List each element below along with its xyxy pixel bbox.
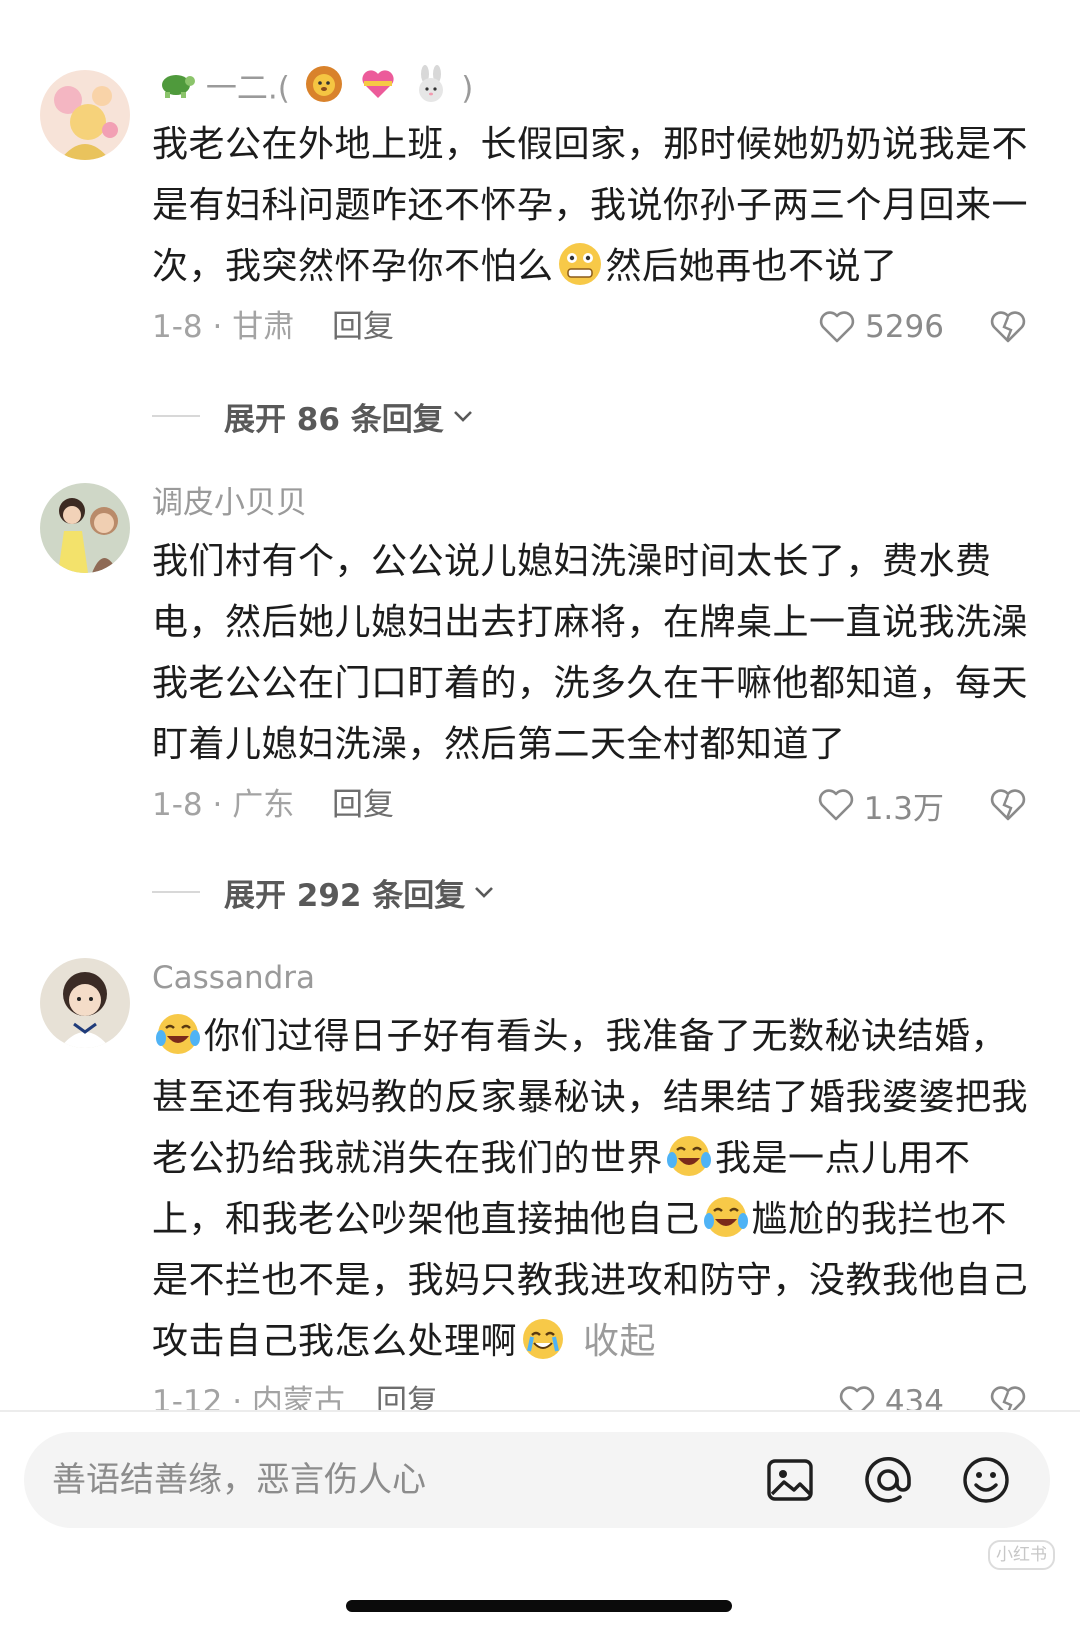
comment-meta: 1-12 · 内蒙古 回复 434	[152, 1376, 1028, 1410]
comment-text: 你们过得日子好有看头，我准备了无数秘诀结婚，甚至还有我妈教的反家暴秘诀，结果结了…	[152, 1006, 1028, 1372]
comment-date-location: 1-8 · 甘肃	[152, 309, 295, 345]
at-icon[interactable]	[862, 1454, 914, 1506]
divider-line	[152, 891, 200, 893]
tears-of-joy-emoji-icon	[703, 1197, 748, 1237]
reply-button[interactable]: 回复	[332, 301, 394, 353]
comment-input-bar[interactable]: 善语结善缘，恶言伤人心	[24, 1432, 1050, 1528]
comment-username[interactable]: 一二.( )	[152, 64, 1028, 108]
chevron-down-icon	[453, 411, 472, 422]
chevron-down-icon	[475, 887, 494, 898]
expand-replies-label: 展开 86 条回复	[224, 401, 444, 438]
heart-ribbon-icon	[358, 64, 398, 116]
input-divider	[0, 1410, 1080, 1412]
expand-replies-button[interactable]: 展开 292 条回复	[152, 867, 497, 917]
heart-icon	[819, 311, 855, 343]
comment-input-placeholder[interactable]: 善语结善缘，恶言伤人心	[52, 1432, 426, 1528]
tears-of-joy-emoji-icon	[667, 1136, 712, 1176]
watermark: 小红书	[988, 1540, 1055, 1570]
avatar[interactable]	[40, 483, 130, 573]
heart-icon	[839, 1386, 874, 1410]
comment-username[interactable]: 调皮小贝贝	[152, 481, 1028, 525]
emoji-icon[interactable]	[960, 1454, 1012, 1506]
broken-heart-icon[interactable]	[988, 1382, 1028, 1410]
like-count: 434	[884, 1384, 944, 1410]
image-icon[interactable]	[764, 1454, 816, 1506]
turtle-icon	[156, 67, 196, 113]
comment-date-location: 1-8 · 广东	[152, 787, 295, 823]
comment-text: 我老公在外地上班，长假回家，那时候她奶奶说我是不是有妇科问题咋还不怀孕，我说你孙…	[152, 114, 1028, 297]
comment-meta: 1-8 · 广东 回复 1.3万	[152, 779, 1028, 831]
like-count: 5296	[865, 309, 944, 345]
tears-of-joy-emoji-icon	[156, 1014, 200, 1054]
comment-username[interactable]: Cassandra	[152, 956, 1028, 1000]
broken-heart-icon[interactable]	[988, 785, 1028, 825]
comment-text: 我们村有个，公公说儿媳妇洗澡时间太长了，费水费电，然后她儿媳妇出去打麻将，在牌桌…	[152, 541, 1029, 765]
username-suffix: )	[461, 70, 474, 107]
like-button[interactable]: 5296	[817, 301, 944, 353]
like-count: 1.3万	[863, 790, 944, 827]
grimace-emoji-icon	[558, 243, 601, 285]
crying-smile-emoji-icon	[523, 1319, 564, 1359]
collapse-button[interactable]: 收起	[583, 1321, 656, 1362]
like-button[interactable]: 1.3万	[816, 779, 944, 831]
broken-heart-icon[interactable]	[988, 307, 1028, 347]
lion-icon	[304, 64, 344, 116]
rabbit-icon	[411, 64, 451, 116]
comment-date-location: 1-12 · 内蒙古	[152, 1384, 345, 1410]
reply-button[interactable]: 回复	[332, 779, 394, 831]
avatar[interactable]	[40, 958, 130, 1048]
comment-feed: 一二.( ) 我老公在外地上班，长假回家，那时候她奶奶说我是不是有妇科问题咋还不…	[0, 0, 1080, 1410]
expand-replies-label: 展开 292 条回复	[224, 877, 466, 914]
avatar[interactable]	[40, 70, 130, 160]
home-indicator[interactable]	[346, 1600, 732, 1612]
comment-text-part: 然后她再也不说了	[605, 246, 898, 287]
expand-replies-button[interactable]: 展开 86 条回复	[152, 391, 476, 441]
comment-meta: 1-8 · 甘肃 回复 5296	[152, 301, 1028, 353]
like-button[interactable]: 434	[837, 1376, 944, 1410]
reply-button[interactable]: 回复	[376, 1376, 438, 1410]
username-text: 一二.(	[205, 70, 290, 107]
divider-line	[152, 415, 200, 417]
heart-icon	[818, 789, 853, 821]
